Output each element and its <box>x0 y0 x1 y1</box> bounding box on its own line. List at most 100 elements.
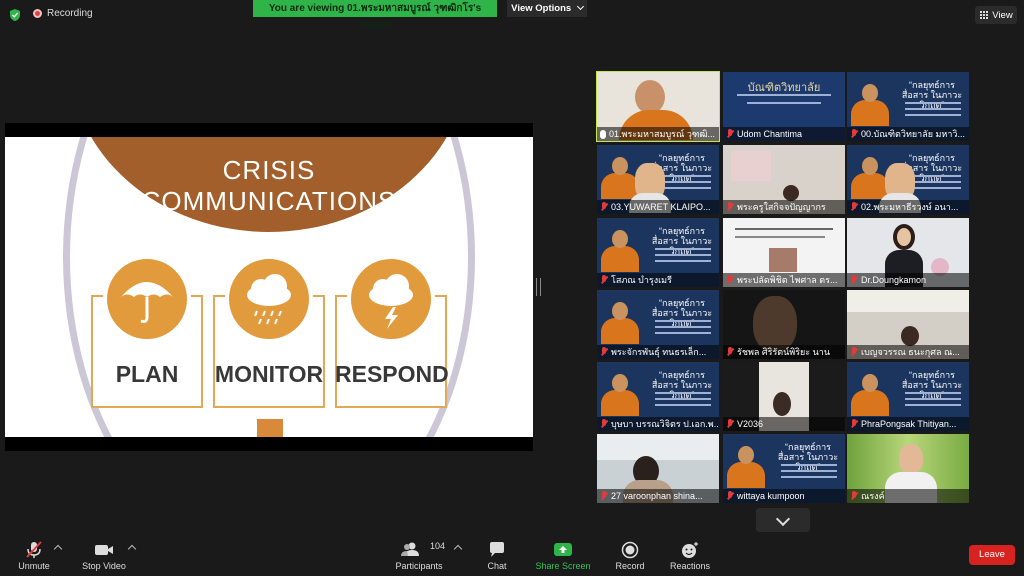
person-figure <box>851 370 889 416</box>
participant-name: พระครูใสกิจจปัญญากร <box>723 200 845 214</box>
participant-name-label: รัชพล ศิริรัตน์พิริยะ นาน <box>737 347 831 357</box>
record-button[interactable]: Record <box>610 541 650 571</box>
audio-options-chevron-icon[interactable] <box>53 544 63 554</box>
participant-tile[interactable]: “กลยุทธ์การสื่อสาร ในภาวะวิกฤต” บุษบา บรร… <box>597 362 719 431</box>
participant-tile[interactable]: รัชพล ศิริรัตน์พิริยะ นาน <box>723 290 845 359</box>
participant-tile[interactable]: 27 varoonphan shina... <box>597 434 719 503</box>
poster-lines <box>655 392 711 410</box>
view-options-label: View Options <box>511 3 572 14</box>
meeting-toolbar: Unmute Stop Video 104 Participants Chat … <box>0 532 1024 576</box>
poster-lines <box>905 102 961 120</box>
participant-name-label: 01.พระมหาสมบูรณ์ วุฑฒิ... <box>609 129 716 139</box>
muted-microphone-icon <box>600 275 608 285</box>
person-figure <box>851 153 889 199</box>
shared-screen[interactable]: CRISIS COMMUNICATIONS PLAN MONITOR RESPO… <box>5 123 533 451</box>
leave-button[interactable]: Leave <box>969 545 1015 565</box>
participant-name-label: ณรงค์ <box>861 491 885 501</box>
participant-tile[interactable]: “กลยุทธ์การสื่อสาร ในภาวะวิกฤต” 03.YUWARE… <box>597 145 719 214</box>
participant-tile[interactable]: V2036 <box>723 362 845 431</box>
participant-name-label: บุษบา บรรณวิจิตร ป.เอก.พ... <box>611 419 719 429</box>
participant-name-label: พระครูใสกิจจปัญญากร <box>737 202 826 212</box>
muted-microphone-icon <box>726 202 734 212</box>
umbrella-icon <box>103 255 191 343</box>
slide-title: CRISIS COMMUNICATIONS <box>5 155 533 217</box>
participant-tile[interactable]: พระครูใสกิจจปัญญากร <box>723 145 845 214</box>
video-camera-icon <box>78 541 130 559</box>
participant-name: 27 varoonphan shina... <box>597 489 719 503</box>
recording-indicator[interactable]: Recording <box>33 8 93 19</box>
slide-title-line1: CRISIS <box>222 155 316 185</box>
poster-lines <box>655 248 711 266</box>
participants-icon: 104 <box>392 541 446 559</box>
stop-video-label: Stop Video <box>82 561 126 571</box>
share-screen-icon <box>533 541 593 559</box>
stop-video-button[interactable]: Stop Video <box>78 541 130 571</box>
participant-name-label: Udom Chantima <box>737 129 803 139</box>
participant-name: พระจักรพันธุ์ ทนธรเล็ก... <box>597 345 719 359</box>
plan-label: PLAN <box>115 361 179 387</box>
participants-button[interactable]: 104 Participants <box>392 541 446 571</box>
recording-dot-icon <box>33 9 42 18</box>
participant-name: 03.YUWARET KLAIPO... <box>597 200 719 214</box>
participants-count: 104 <box>430 541 446 551</box>
participant-name-label: 27 varoonphan shina... <box>611 491 703 501</box>
share-screen-button[interactable]: Share Screen <box>533 541 593 571</box>
microphone-icon <box>600 129 606 139</box>
record-label: Record <box>615 561 645 571</box>
poster-lines <box>655 320 711 338</box>
participants-label: Participants <box>395 561 443 571</box>
poster-lines <box>905 392 961 410</box>
view-button-label: View <box>992 9 1013 21</box>
muted-microphone-icon <box>726 129 734 139</box>
gallery-scroll-down-button[interactable] <box>756 508 810 532</box>
participant-tile[interactable]: ณรงค์ <box>847 434 969 503</box>
unmute-label: Unmute <box>18 561 50 571</box>
participant-name-label: PhraPongsak Thitiyan... <box>861 419 957 429</box>
building-icon <box>257 419 283 437</box>
participant-tile[interactable]: “กลยุทธ์การสื่อสาร ในภาวะวิกฤต” พระจักรพั… <box>597 290 719 359</box>
participant-name-label: 02.พระมหาธีรวงษ์ อนา... <box>861 202 959 212</box>
respond-label: RESPOND <box>335 361 449 387</box>
participant-tile[interactable]: “กลยุทธ์การสื่อสาร ในภาวะวิกฤต” PhraPongs… <box>847 362 969 431</box>
participant-tile[interactable]: บัณฑิตวิทยาลัย Udom Chantima <box>723 72 845 141</box>
chat-button[interactable]: Chat <box>480 541 514 571</box>
grid-view-icon <box>979 11 988 20</box>
participants-options-chevron-icon[interactable] <box>453 544 463 554</box>
rain-cloud-icon <box>225 255 313 343</box>
participant-name: V2036 <box>723 417 845 431</box>
view-options-button[interactable]: View Options <box>507 0 587 17</box>
participant-name: PhraPongsak Thitiyan... <box>847 417 969 431</box>
top-bar: Recording You are viewing 01.พระมหาสมบูร… <box>0 0 1024 31</box>
person-figure <box>851 80 889 126</box>
participant-tile[interactable]: 01.พระมหาสมบูรณ์ วุฑฒิ... <box>596 71 720 142</box>
person-figure <box>727 442 765 488</box>
participant-name: ณรงค์ <box>847 489 969 503</box>
view-button[interactable]: View <box>975 6 1017 24</box>
muted-microphone-icon <box>726 419 734 429</box>
participant-name: 01.พระมหาสมบูรณ์ วุฑฒิ... <box>597 127 719 141</box>
participant-tile[interactable]: เบญจวรรณ ธนะกุศล ณ... <box>847 290 969 359</box>
unmute-button[interactable]: Unmute <box>14 541 54 571</box>
participant-name-label: โสภณ บำรุงเมรี <box>611 275 672 285</box>
participant-tile[interactable]: “กลยุทธ์การสื่อสาร ในภาวะวิกฤต” โสภณ บำรุ… <box>597 218 719 287</box>
reactions-label: Reactions <box>669 561 711 571</box>
participant-name-label: เบญจวรรณ ธนะกุศล ณ... <box>861 347 960 357</box>
person-figure <box>601 226 639 272</box>
participant-name: 00.บัณฑิตวิทยาลัย มหาวิ... <box>847 127 969 141</box>
storm-cloud-icon <box>347 255 435 343</box>
resize-handle[interactable] <box>536 278 541 296</box>
participant-name: wittaya kumpoon <box>723 489 845 503</box>
participant-tile[interactable]: “กลยุทธ์การสื่อสาร ในภาวะวิกฤต” 02.พระมหา… <box>847 145 969 214</box>
participant-name-label: พระจักรพันธุ์ ทนธรเล็ก... <box>611 347 707 357</box>
chevron-down-icon <box>775 511 791 527</box>
participant-name-label: Dr.Doungkamon <box>861 275 927 285</box>
participant-tile[interactable]: “กลยุทธ์การสื่อสาร ในภาวะวิกฤต” wittaya k… <box>723 434 845 503</box>
shield-icon[interactable] <box>8 8 22 22</box>
participant-name: 02.พระมหาธีรวงษ์ อนา... <box>847 200 969 214</box>
participant-tile[interactable]: พระปลัดพิชิต ไพศาล ตร... <box>723 218 845 287</box>
participant-name: บุษบา บรรณวิจิตร ป.เอก.พ... <box>597 417 719 431</box>
muted-microphone-icon <box>850 202 858 212</box>
reactions-button[interactable]: Reactions <box>667 541 713 571</box>
participant-tile[interactable]: “กลยุทธ์การสื่อสาร ในภาวะวิกฤต” 00.บัณฑิต… <box>847 72 969 141</box>
participant-tile[interactable]: Dr.Doungkamon <box>847 218 969 287</box>
